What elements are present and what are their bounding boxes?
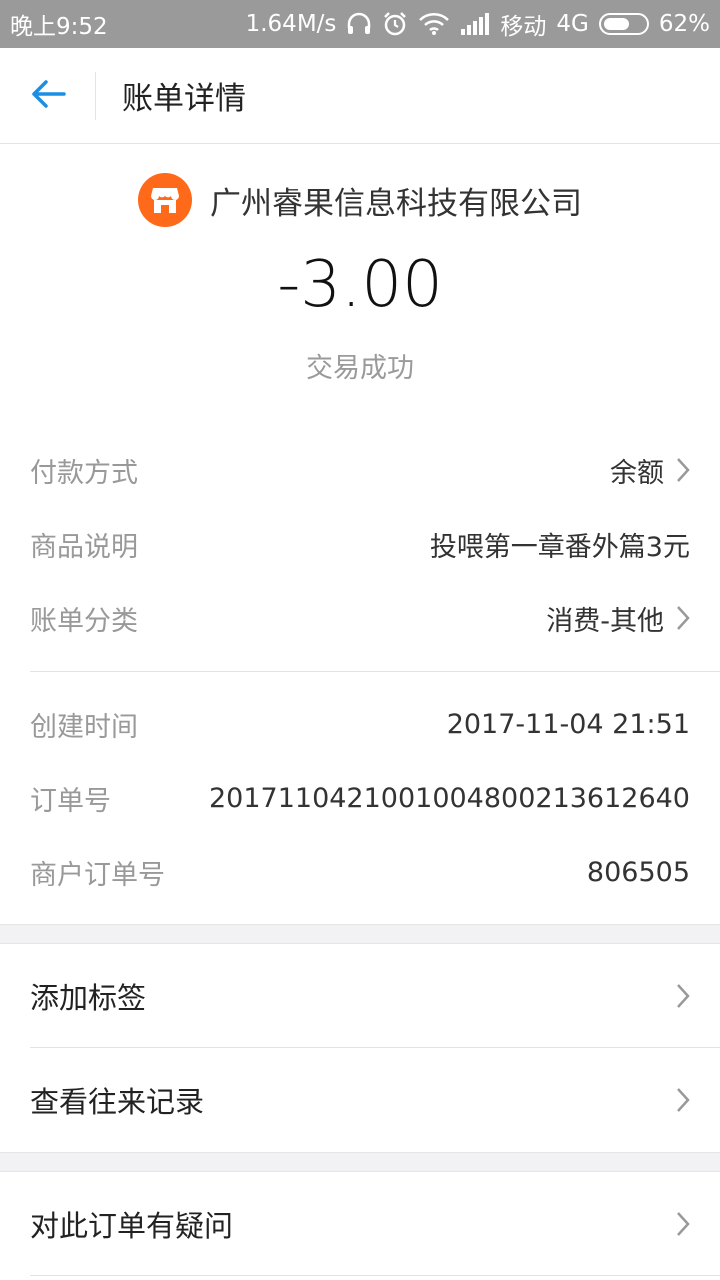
row-label: 商品说明: [30, 531, 138, 563]
action-label: 对此订单有疑问: [30, 1209, 234, 1243]
headphones-icon: [346, 12, 372, 36]
bill-category-row[interactable]: 账单分类 消费-其他: [30, 598, 690, 638]
merchant-name: 广州睿果信息科技有限公司: [210, 185, 582, 222]
row-label: 订单号: [30, 785, 111, 817]
chevron-right-icon: [676, 983, 690, 1009]
action-label: 添加标签: [30, 981, 147, 1015]
row-label: 创建时间: [30, 711, 138, 743]
product-description-row: 商品说明 投喂第一章番外篇3元: [30, 524, 690, 564]
nav-bar: 账单详情: [0, 48, 720, 144]
merchant-order-number-row: 商户订单号 806505: [30, 852, 690, 892]
status-right: 1.64M/s 移动 4G 62%: [246, 7, 710, 41]
view-history-button[interactable]: 查看往来记录: [0, 1048, 720, 1152]
payment-method-row[interactable]: 付款方式 余额: [30, 450, 690, 490]
chevron-right-icon: [676, 457, 690, 483]
add-tag-button[interactable]: 添加标签: [0, 944, 720, 1048]
merchant-header: 广州睿果信息科技有限公司: [0, 172, 720, 228]
wifi-icon: [418, 12, 450, 36]
row-label: 账单分类: [30, 605, 138, 637]
row-label: 付款方式: [30, 457, 138, 489]
section-gap: [0, 1152, 720, 1172]
chevron-right-icon: [676, 1211, 690, 1237]
row-value: 余额: [610, 451, 690, 490]
bill-category-value: 消费-其他: [546, 605, 664, 637]
network-speed: 1.64M/s: [245, 11, 337, 37]
merchant-order-number-value: 806505: [586, 856, 690, 888]
transaction-amount: -3.00: [277, 248, 443, 322]
row-value: 消费-其他: [546, 599, 690, 638]
chevron-right-icon: [676, 605, 690, 631]
action-divider: [30, 1275, 720, 1276]
transaction-status: 交易成功: [306, 353, 414, 384]
row-label: 商户订单号: [30, 859, 165, 891]
shop-icon: [138, 173, 192, 227]
order-question-button[interactable]: 对此订单有疑问: [0, 1172, 720, 1276]
battery-icon: [598, 13, 649, 35]
created-time-value: 2017-11-04 21:51: [446, 708, 690, 740]
network-type: 4G: [556, 11, 589, 37]
signal-icon: [460, 13, 490, 35]
battery-percent: 62%: [658, 11, 710, 37]
order-number-row: 订单号 20171104210010048002136126​40: [30, 778, 690, 818]
status-time: 晚上9:52: [10, 14, 108, 40]
chevron-right-icon: [676, 1087, 690, 1113]
back-button[interactable]: [0, 71, 96, 120]
section-gap: [0, 924, 720, 944]
back-arrow-icon: [30, 79, 66, 113]
section-divider: [30, 671, 720, 672]
product-description-value: 投喂第一章番外篇3元: [429, 531, 690, 563]
action-label: 查看往来记录: [30, 1085, 205, 1119]
status-bar: 晚上9:52 1.64M/s 移动 4G 62%: [0, 0, 720, 48]
order-number-value: 20171104210010048002136126​40: [209, 782, 690, 814]
created-time-row: 创建时间 2017-11-04 21:51: [30, 704, 690, 744]
alarm-icon: [382, 11, 408, 37]
payment-method-value: 余额: [610, 457, 664, 489]
carrier-label: 移动: [500, 14, 547, 40]
page-title: 账单详情: [122, 81, 246, 117]
